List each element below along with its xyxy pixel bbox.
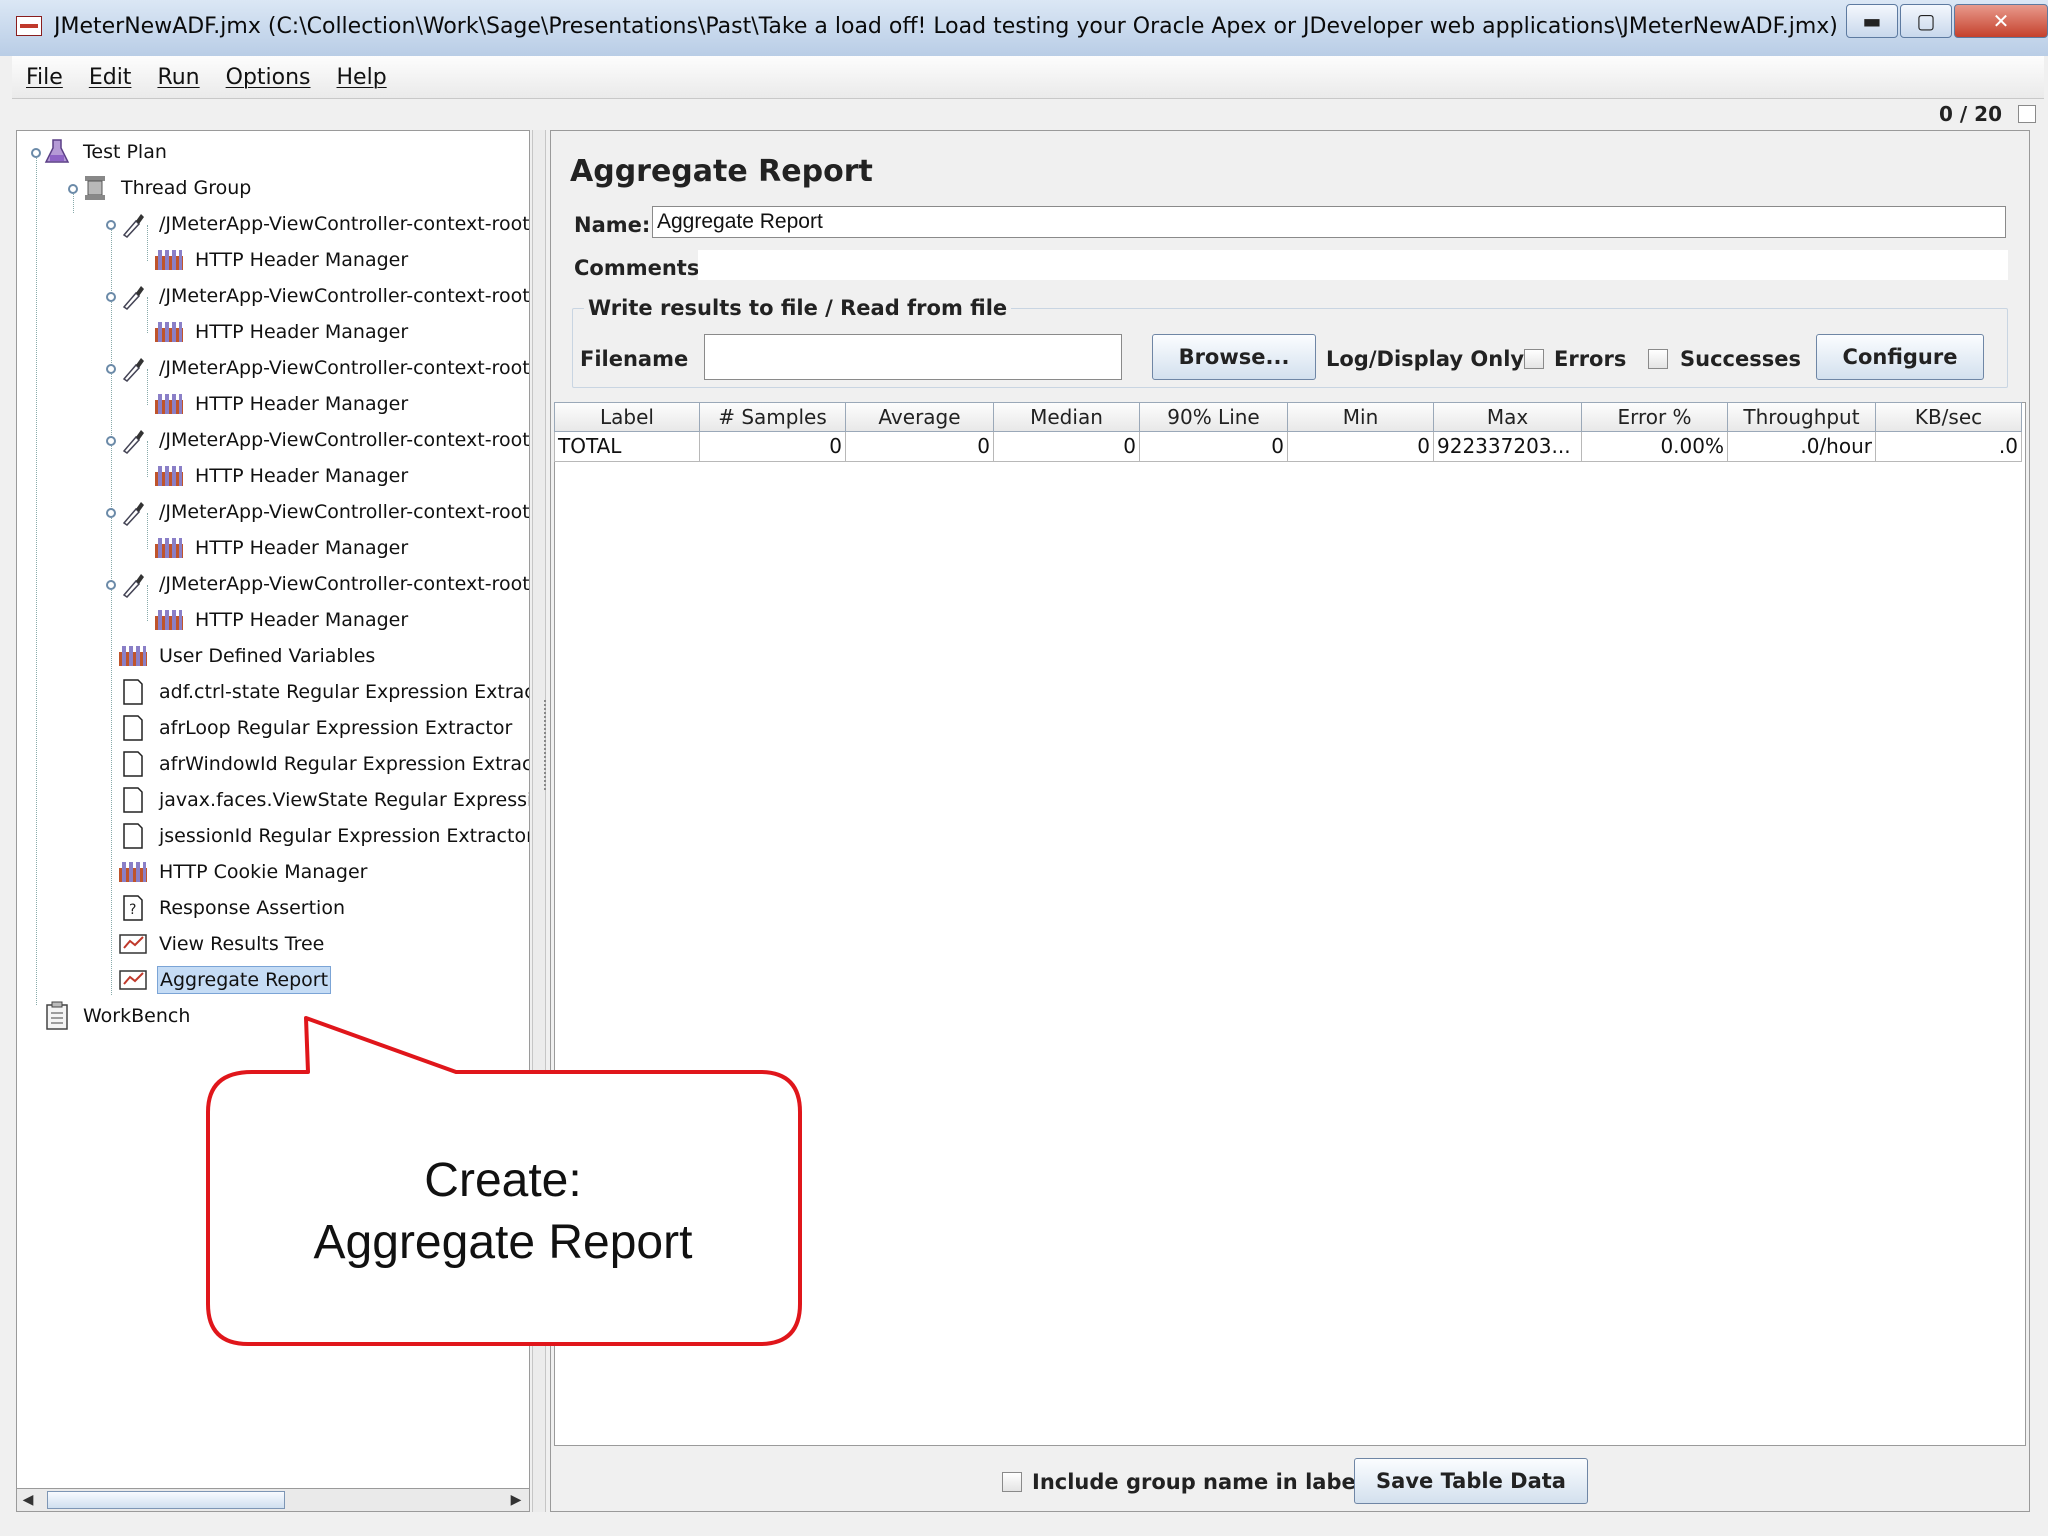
callout-line-1: Create: bbox=[424, 1154, 582, 1207]
callout-text: Create: Aggregate Report bbox=[206, 1150, 800, 1274]
jmeter-window: JMeterNewADF.jmx (C:\Collection\Work\Sag… bbox=[0, 0, 2048, 1536]
callout-bubble bbox=[206, 1016, 802, 1346]
callout-line-2: Aggregate Report bbox=[313, 1216, 693, 1269]
